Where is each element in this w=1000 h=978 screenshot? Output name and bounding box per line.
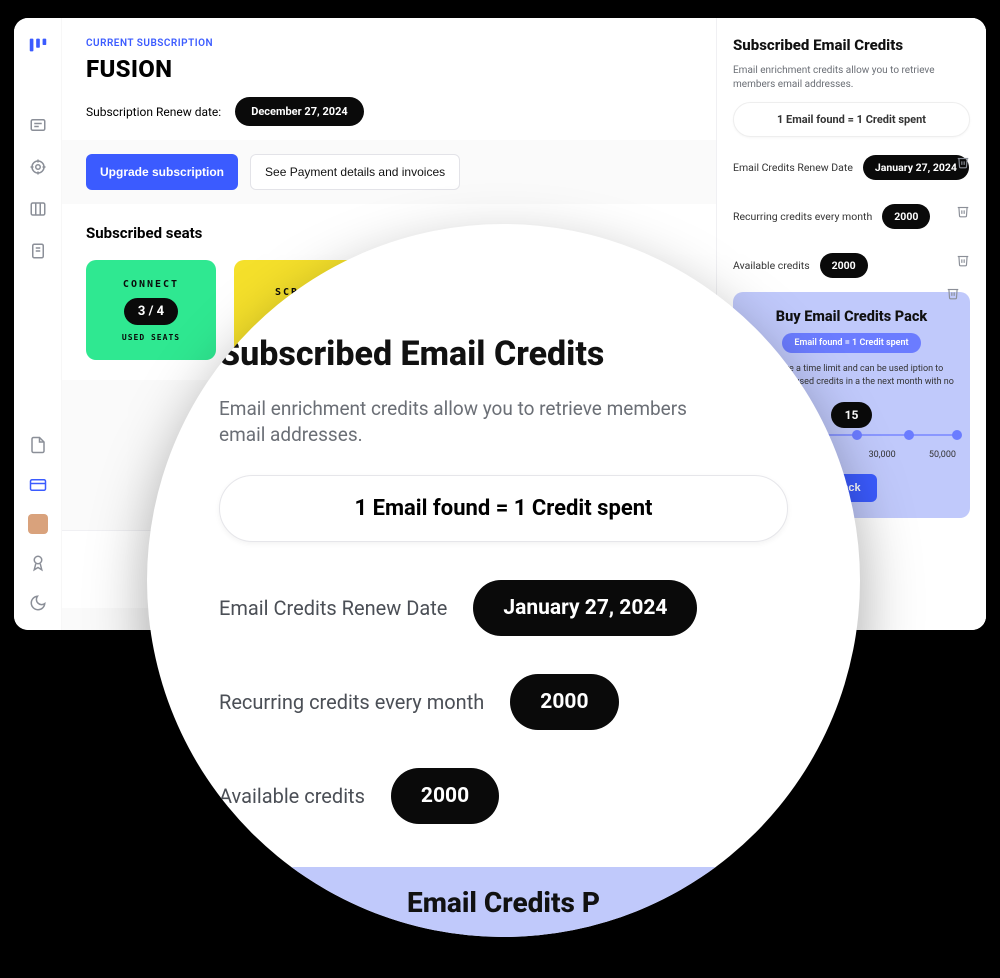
upgrade-subscription-button[interactable]: Upgrade subscription bbox=[86, 154, 238, 190]
mag-recurring-label: Recurring credits every month bbox=[219, 690, 484, 714]
renew-date-label: Email Credits Renew Date bbox=[733, 161, 853, 174]
available-label: Available credits bbox=[733, 259, 810, 272]
mag-available-label: Available credits bbox=[219, 784, 365, 808]
seat-value: 3 / 4 bbox=[124, 298, 178, 325]
mag-recurring-value: 2000 bbox=[510, 674, 618, 730]
messages-icon[interactable] bbox=[27, 114, 49, 136]
recurring-label: Recurring credits every month bbox=[733, 210, 872, 223]
buy-price: 15 bbox=[831, 402, 873, 428]
mag-available-value: 2000 bbox=[391, 768, 499, 824]
buy-sub-pill: Email found = 1 Credit spent bbox=[782, 333, 920, 353]
note-icon[interactable] bbox=[27, 240, 49, 262]
logo-icon bbox=[27, 34, 49, 56]
target-icon[interactable] bbox=[27, 156, 49, 178]
moon-icon[interactable] bbox=[27, 592, 49, 614]
avatar-icon[interactable] bbox=[28, 514, 48, 534]
available-value: 2000 bbox=[820, 253, 868, 278]
seat-label: CONNECT bbox=[123, 279, 179, 290]
action-bar: Upgrade subscription See Payment details… bbox=[62, 140, 716, 204]
panel-desc: Email enrichment credits allow you to re… bbox=[733, 64, 970, 92]
renew-date-value: January 27, 2024 bbox=[863, 155, 969, 180]
panel-title: Subscribed Email Credits bbox=[733, 36, 970, 54]
subscription-header: CURRENT SUBSCRIPTION FUSION Subscription… bbox=[62, 18, 716, 140]
seat-sub: USED SEATS bbox=[122, 333, 180, 342]
trash-icon[interactable] bbox=[946, 286, 960, 300]
mag-footer-text: Email Credits P bbox=[407, 886, 600, 919]
badge-icon[interactable] bbox=[27, 552, 49, 574]
renew-date-pill: December 27, 2024 bbox=[235, 97, 364, 126]
plan-name: FUSION bbox=[86, 55, 692, 83]
payment-details-button[interactable]: See Payment details and invoices bbox=[250, 154, 460, 190]
trash-icon[interactable] bbox=[956, 155, 970, 169]
billing-icon[interactable] bbox=[27, 474, 49, 496]
seat-card-connect: CONNECT 3 / 4 USED SEATS bbox=[86, 260, 216, 360]
trash-icon[interactable] bbox=[956, 204, 970, 218]
renew-label: Subscription Renew date: bbox=[86, 105, 221, 119]
mag-equation: 1 Email found = 1 Credit spent bbox=[219, 475, 788, 542]
equation-pill: 1 Email found = 1 Credit spent bbox=[733, 102, 970, 137]
mag-title: Subscribed Email Credits bbox=[219, 334, 788, 374]
mag-renew-value: January 27, 2024 bbox=[473, 580, 697, 636]
trash-icon[interactable] bbox=[956, 253, 970, 267]
mag-footer: Email Credits P bbox=[147, 867, 860, 937]
mag-renew-label: Email Credits Renew Date bbox=[219, 596, 447, 620]
breadcrumb: CURRENT SUBSCRIPTION bbox=[86, 38, 692, 49]
recurring-value: 2000 bbox=[882, 204, 930, 229]
magnifier-overlay: Subscribed Email Credits Email enrichmen… bbox=[147, 224, 860, 937]
mag-desc: Email enrichment credits allow you to re… bbox=[219, 396, 699, 447]
board-icon[interactable] bbox=[27, 198, 49, 220]
sidebar bbox=[14, 18, 62, 630]
file-icon[interactable] bbox=[27, 434, 49, 456]
buy-title: Buy Email Credits Pack bbox=[747, 308, 956, 325]
